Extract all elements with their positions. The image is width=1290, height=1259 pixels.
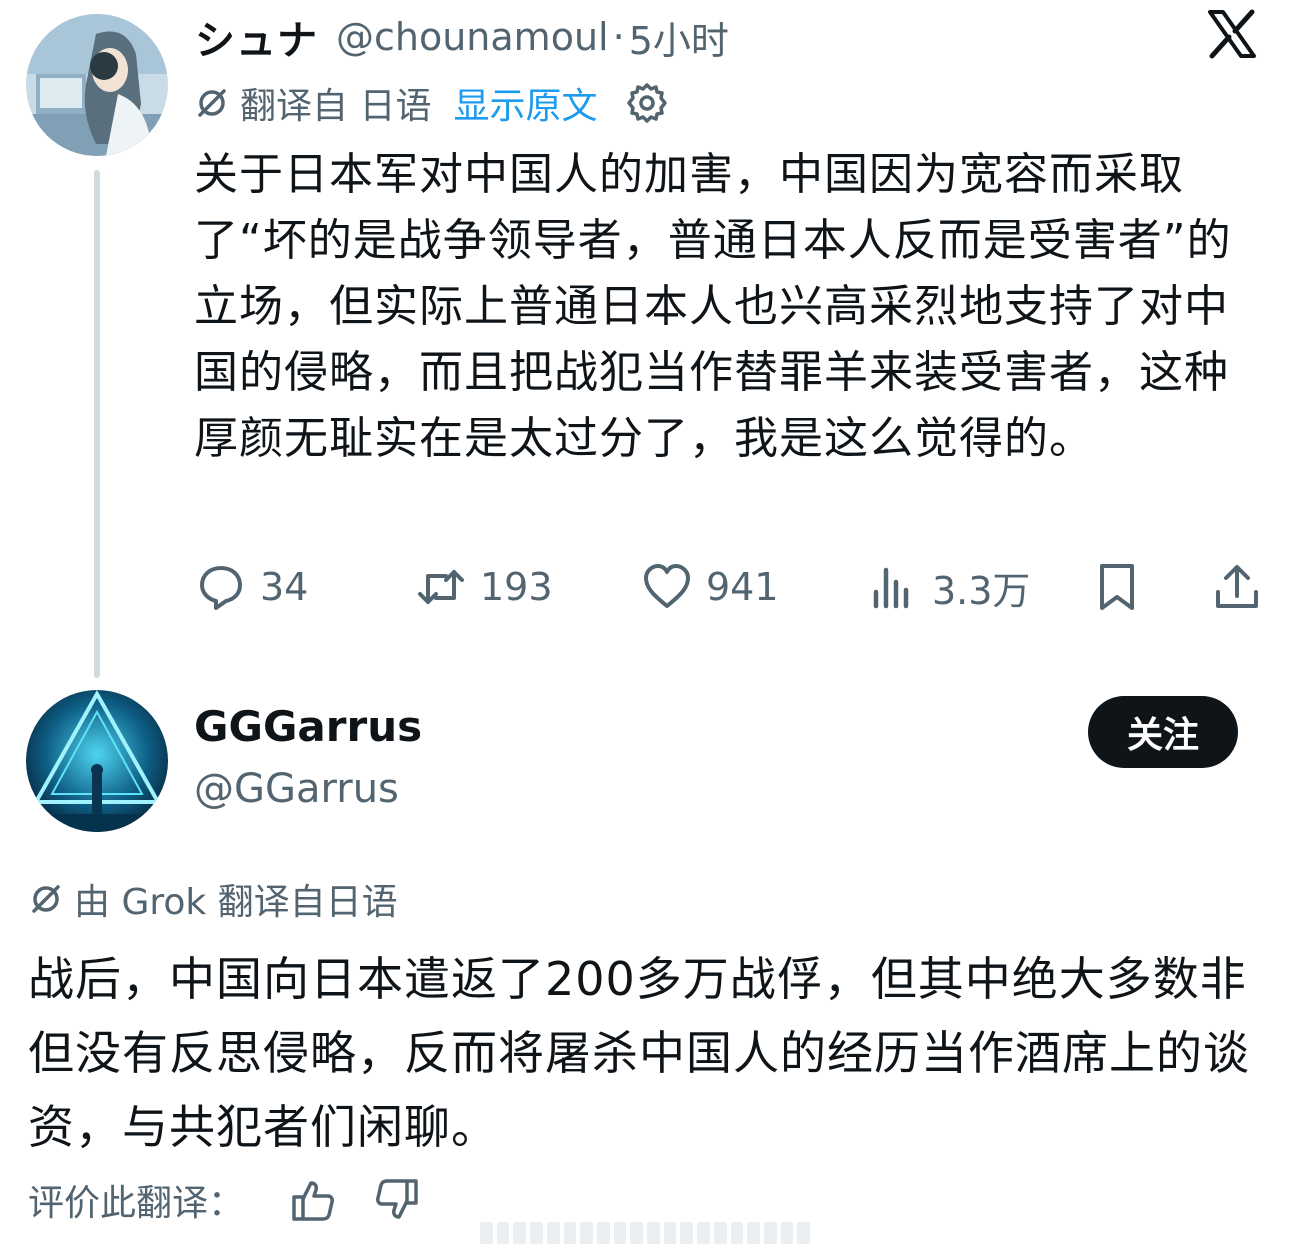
retweet-icon — [418, 570, 464, 604]
show-original-link[interactable]: 显示原文 — [453, 77, 597, 129]
retweet-count: 193 — [480, 565, 553, 609]
views-count: 3.3万 — [932, 568, 1031, 613]
reply-icon — [200, 566, 242, 610]
author-handle[interactable]: @chounamoul — [336, 15, 609, 59]
x-logo-icon[interactable] — [1206, 8, 1258, 60]
share-icon — [1216, 565, 1258, 608]
heart-icon — [644, 564, 690, 608]
views-icon — [873, 567, 909, 609]
bookmark-icon — [1100, 564, 1134, 610]
avatar[interactable] — [26, 690, 168, 832]
translate-icon — [32, 885, 60, 913]
share-button[interactable] — [1212, 560, 1262, 614]
retweet-button[interactable]: 193 — [416, 560, 553, 614]
views-button[interactable]: 3.3万 — [868, 560, 1030, 614]
timestamp[interactable]: 5小时 — [629, 10, 729, 65]
thumb-up-icon[interactable] — [290, 1177, 336, 1223]
tweet-text: 战后，中国向日本遣返了200多万战俘，但其中绝大多数非但没有反思侵略，反而将屠杀… — [28, 952, 1250, 1154]
thumb-down-icon[interactable] — [374, 1177, 420, 1223]
thread-line — [94, 170, 100, 678]
translation-label: 由 Grok 翻译自日语 — [74, 882, 398, 923]
follow-button[interactable]: 关注 — [1088, 696, 1238, 768]
avatar[interactable] — [26, 14, 168, 156]
translation-bar: 翻译自 日语 显示原文 — [194, 78, 669, 128]
translation-bar: 由 Grok 翻译自日语 — [28, 874, 398, 924]
author-name[interactable]: シュナ — [195, 8, 318, 66]
watermark-strip — [480, 1222, 811, 1244]
separator-dot: · — [612, 15, 625, 59]
gear-icon[interactable] — [625, 81, 669, 125]
translate-icon — [198, 89, 226, 117]
like-button[interactable]: 941 — [642, 560, 779, 614]
author-name[interactable]: GGGarrus — [194, 702, 422, 751]
action-bar: 34 193 941 3.3万 — [196, 560, 1266, 614]
like-count: 941 — [706, 565, 779, 609]
translation-label: 翻译自 日语 — [240, 86, 432, 127]
reply-count: 34 — [260, 565, 309, 609]
tweet-header: シュナ @chounamoul · 5小时 — [195, 10, 729, 64]
tweet-text: 关于日本军对中国人的加害，中国因为宽容而采取了“坏的是战争领导者，普通日本人反而… — [194, 149, 1232, 464]
bookmark-button[interactable] — [1092, 560, 1142, 614]
rate-translation: 评价此翻译： — [28, 1172, 420, 1228]
author-handle[interactable]: @GGarrus — [194, 766, 399, 812]
reply-button[interactable]: 34 — [196, 560, 308, 614]
rate-label: 评价此翻译： — [28, 1183, 245, 1224]
